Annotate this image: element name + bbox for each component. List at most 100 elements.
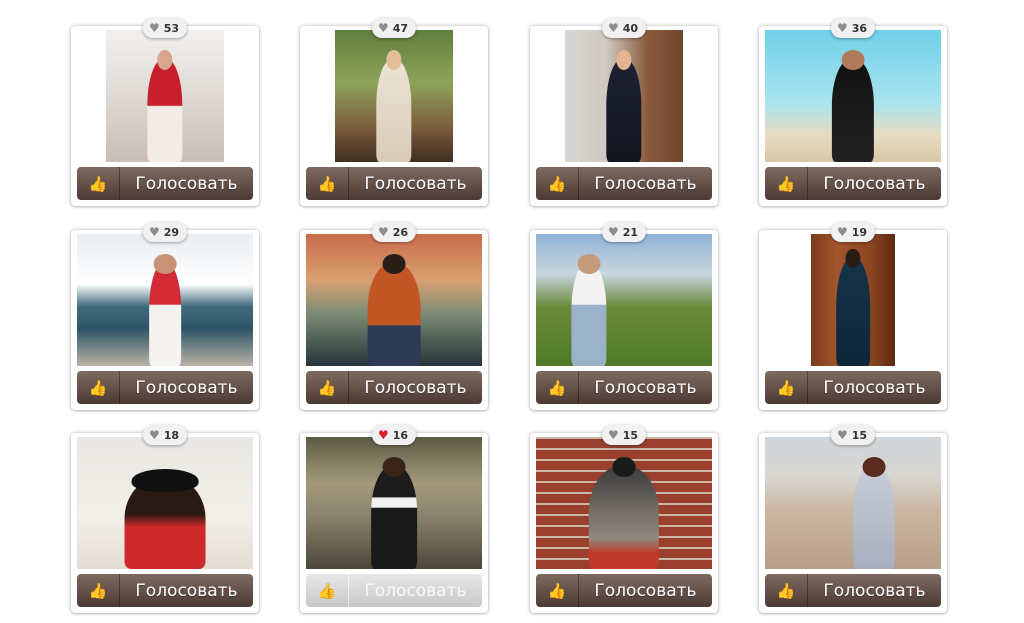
like-count: 15 [622, 428, 639, 442]
entry-photo[interactable] [77, 234, 253, 366]
vote-button-label: Голосовать [364, 580, 467, 601]
thumbs-up-icon: 👍 [536, 167, 579, 200]
like-count: 47 [392, 21, 409, 35]
entry-photo[interactable] [306, 234, 482, 366]
like-counter[interactable]: ♥ 16 [371, 425, 417, 445]
vote-button[interactable]: 👍 Голосовать [77, 371, 253, 404]
thumbs-up-icon: 👍 [306, 371, 349, 404]
vote-button-label: Голосовать [823, 377, 926, 398]
heart-icon: ♥ [836, 21, 848, 35]
thumbs-up-icon: 👍 [765, 371, 808, 404]
like-count: 21 [622, 225, 639, 239]
like-counter[interactable]: ♥ 15 [601, 425, 647, 445]
vote-button-label: Голосовать [823, 173, 926, 194]
thumbs-up-icon: 👍 [765, 574, 808, 607]
thumbs-up-icon: 👍 [536, 371, 579, 404]
contest-entry-card: ♥ 15 👍 Голосовать [759, 425, 947, 613]
entry-photo[interactable] [536, 234, 712, 366]
thumbs-up-icon: 👍 [306, 574, 349, 607]
vote-button-label: Голосовать [135, 580, 238, 601]
like-counter[interactable]: ♥ 19 [830, 222, 876, 242]
vote-button[interactable]: 👍 Голосовать [306, 371, 482, 404]
vote-button[interactable]: 👍 Голосовать [77, 167, 253, 200]
entry-photo[interactable] [106, 30, 224, 162]
vote-button-label: Голосовать [135, 173, 238, 194]
heart-icon: ♥ [607, 225, 619, 239]
vote-button[interactable]: 👍 Голосовать [536, 371, 712, 404]
heart-icon: ♥ [148, 428, 160, 442]
entry-photo-frame [765, 30, 941, 162]
like-count: 53 [163, 21, 180, 35]
like-count: 15 [851, 428, 868, 442]
vote-button[interactable]: 👍 Голосовать [536, 167, 712, 200]
vote-button-label: Голосовать [594, 173, 697, 194]
like-counter[interactable]: ♥ 15 [830, 425, 876, 445]
like-counter[interactable]: ♥ 36 [830, 18, 876, 38]
entry-photo-frame [306, 30, 482, 162]
thumbs-up-icon: 👍 [306, 167, 349, 200]
vote-button[interactable]: 👍 Голосовать [306, 574, 482, 607]
vote-button-label: Голосовать [364, 377, 467, 398]
vote-button[interactable]: 👍 Голосовать [306, 167, 482, 200]
entry-photo[interactable] [765, 437, 941, 569]
entry-photo[interactable] [77, 437, 253, 569]
contest-entry-card: ♥ 19 👍 Голосовать [759, 222, 947, 410]
contest-entry-card: ♥ 16 👍 Голосовать [300, 425, 488, 613]
like-counter[interactable]: ♥ 53 [142, 18, 188, 38]
thumbs-up-icon: 👍 [77, 574, 120, 607]
entry-photo[interactable] [306, 437, 482, 569]
vote-button-label: Голосовать [594, 580, 697, 601]
vote-button[interactable]: 👍 Голосовать [536, 574, 712, 607]
photo-contest-grid: ♥ 53 👍 Голосовать ♥ 47 👍 Голосовать ♥ 40… [0, 0, 1024, 623]
contest-entry-card: ♥ 21 👍 Голосовать [530, 222, 718, 410]
entry-photo-frame [306, 234, 482, 366]
entry-photo[interactable] [335, 30, 453, 162]
like-count: 29 [163, 225, 180, 239]
entry-photo-frame [306, 437, 482, 569]
entry-photo-frame [536, 30, 712, 162]
entry-photo-frame [77, 30, 253, 162]
entry-photo[interactable] [811, 234, 895, 366]
heart-icon: ♥ [836, 225, 848, 239]
contest-entry-card: ♥ 29 👍 Голосовать [71, 222, 259, 410]
like-count: 36 [851, 21, 868, 35]
contest-entry-card: ♥ 15 👍 Голосовать [530, 425, 718, 613]
heart-icon: ♥ [148, 21, 160, 35]
heart-icon: ♥ [148, 225, 160, 239]
entry-photo[interactable] [765, 30, 941, 162]
heart-icon: ♥ [377, 428, 389, 442]
heart-icon: ♥ [377, 21, 389, 35]
entry-photo-frame [765, 234, 941, 366]
contest-entry-card: ♥ 36 👍 Голосовать [759, 18, 947, 206]
like-count: 16 [392, 428, 409, 442]
like-count: 18 [163, 428, 180, 442]
entry-photo[interactable] [565, 30, 683, 162]
entry-photo-frame [77, 437, 253, 569]
like-counter[interactable]: ♥ 18 [142, 425, 188, 445]
heart-icon: ♥ [607, 21, 619, 35]
like-counter[interactable]: ♥ 29 [142, 222, 188, 242]
like-counter[interactable]: ♥ 40 [601, 18, 647, 38]
vote-button-label: Голосовать [823, 580, 926, 601]
thumbs-up-icon: 👍 [765, 167, 808, 200]
like-counter[interactable]: ♥ 26 [371, 222, 417, 242]
contest-entry-card: ♥ 53 👍 Голосовать [71, 18, 259, 206]
like-count: 40 [622, 21, 639, 35]
like-count: 19 [851, 225, 868, 239]
like-counter[interactable]: ♥ 47 [371, 18, 417, 38]
vote-button[interactable]: 👍 Голосовать [765, 574, 941, 607]
contest-entry-card: ♥ 26 👍 Голосовать [300, 222, 488, 410]
entry-photo-frame [765, 437, 941, 569]
heart-icon: ♥ [377, 225, 389, 239]
like-counter[interactable]: ♥ 21 [601, 222, 647, 242]
entry-photo-frame [536, 437, 712, 569]
vote-button[interactable]: 👍 Голосовать [765, 371, 941, 404]
vote-button-label: Голосовать [135, 377, 238, 398]
vote-button-label: Голосовать [594, 377, 697, 398]
entry-photo[interactable] [536, 437, 712, 569]
contest-entry-card: ♥ 47 👍 Голосовать [300, 18, 488, 206]
vote-button[interactable]: 👍 Голосовать [77, 574, 253, 607]
vote-button[interactable]: 👍 Голосовать [765, 167, 941, 200]
like-count: 26 [392, 225, 409, 239]
vote-button-label: Голосовать [364, 173, 467, 194]
